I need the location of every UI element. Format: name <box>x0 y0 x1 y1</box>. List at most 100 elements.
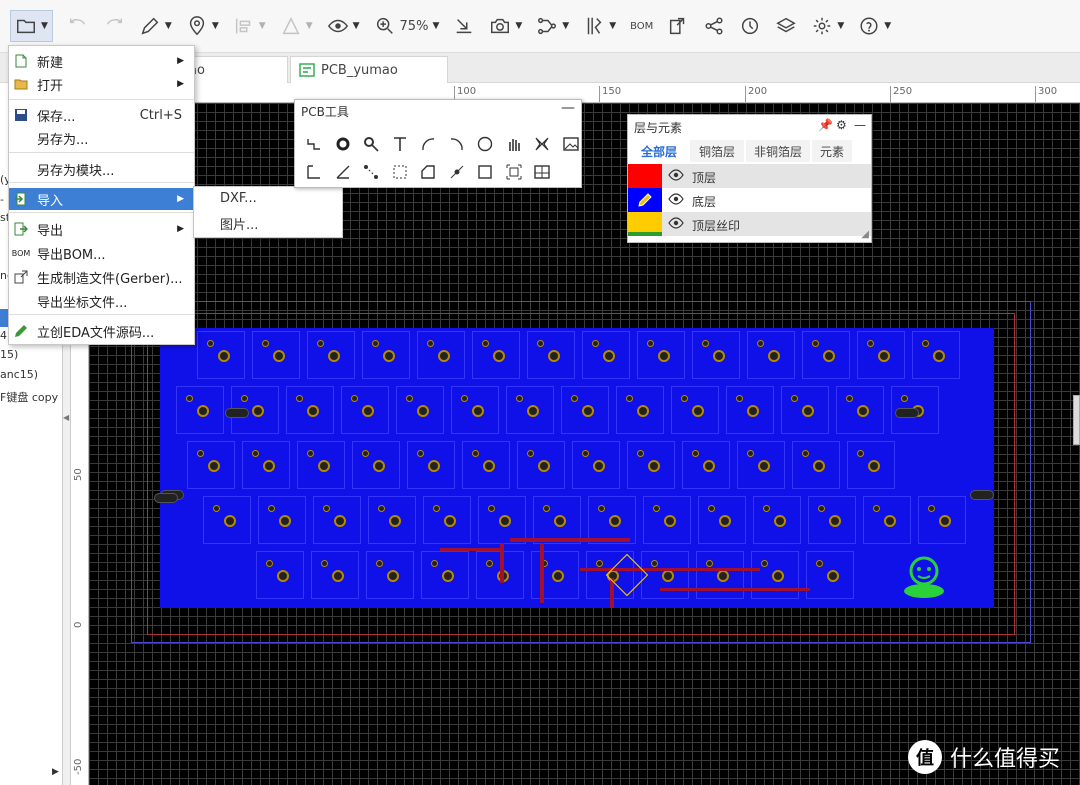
history-button[interactable] <box>739 15 761 37</box>
hole-tool-icon[interactable] <box>446 161 468 183</box>
route-button[interactable]: ▼ <box>536 15 569 37</box>
geometry-button[interactable]: ▼ <box>280 15 313 37</box>
sidebar-scroll-arrow-icon[interactable]: ▶ <box>52 767 59 777</box>
key-switch-footprint[interactable] <box>407 441 455 489</box>
canvas-fit-button[interactable] <box>453 15 475 37</box>
key-switch-footprint[interactable] <box>311 551 359 599</box>
tab-schematic[interactable]: ao <box>180 56 288 83</box>
gear-icon[interactable]: ⚙ <box>836 118 847 132</box>
key-switch-footprint[interactable] <box>857 331 905 379</box>
key-switch-footprint[interactable] <box>698 496 746 544</box>
view-button[interactable]: ▼ <box>327 15 360 37</box>
image-tool-icon[interactable] <box>560 133 582 155</box>
key-switch-footprint[interactable] <box>792 441 840 489</box>
key-switch-footprint[interactable] <box>451 386 499 434</box>
snapshot-button[interactable]: ▼ <box>489 15 522 37</box>
layer-row[interactable]: 顶层 <box>628 164 871 188</box>
file-menu-item[interactable]: 导入 ▶ <box>9 188 194 210</box>
key-switch-footprint[interactable] <box>531 551 579 599</box>
key-switch-footprint[interactable] <box>627 441 675 489</box>
visibility-eye-icon[interactable] <box>668 217 684 231</box>
circle-tool-icon[interactable] <box>474 133 496 155</box>
key-switch-footprint[interactable] <box>751 551 799 599</box>
layer-color-swatch[interactable] <box>628 188 662 212</box>
layers-tab[interactable]: 非铜箔层 <box>746 140 810 162</box>
redo-button[interactable] <box>103 15 125 37</box>
rect-tool-icon[interactable] <box>474 161 496 183</box>
tab-pcb-yumao[interactable]: PCB_yumao <box>290 56 448 83</box>
key-switch-footprint[interactable] <box>417 331 465 379</box>
key-switch-footprint[interactable] <box>616 386 664 434</box>
undo-button[interactable] <box>67 15 89 37</box>
zoom-button[interactable]: 75% ▼ <box>374 15 439 37</box>
pin-icon[interactable]: 📌 <box>818 118 833 132</box>
key-switch-footprint[interactable] <box>747 331 795 379</box>
copper-area-tool-icon[interactable] <box>531 133 553 155</box>
layers-tab[interactable]: 元素 <box>812 140 852 162</box>
key-switch-footprint[interactable] <box>863 496 911 544</box>
minimize-icon[interactable]: — <box>854 118 866 132</box>
file-menu-item[interactable]: 另存为模块... <box>9 158 194 180</box>
via-tool-icon[interactable] <box>360 133 382 155</box>
layers-tab[interactable]: 铜箔层 <box>690 140 744 162</box>
sidebar-fragment[interactable]: 15) <box>0 348 18 361</box>
key-switch-footprint[interactable] <box>912 331 960 379</box>
key-switch-footprint[interactable] <box>462 441 510 489</box>
key-switch-footprint[interactable] <box>307 331 355 379</box>
key-switch-footprint[interactable] <box>176 386 224 434</box>
key-switch-footprint[interactable] <box>478 496 526 544</box>
key-switch-footprint[interactable] <box>527 331 575 379</box>
key-switch-footprint[interactable] <box>808 496 856 544</box>
key-switch-footprint[interactable] <box>187 441 235 489</box>
key-switch-footprint[interactable] <box>252 331 300 379</box>
key-switch-footprint[interactable] <box>362 331 410 379</box>
key-switch-footprint[interactable] <box>637 331 685 379</box>
canvas-origin-tool-icon[interactable] <box>503 161 525 183</box>
track-tool-icon[interactable] <box>303 133 325 155</box>
arc-tool-icon[interactable] <box>417 133 439 155</box>
file-menu-item[interactable]: 导出 ▶ <box>9 218 194 240</box>
key-switch-footprint[interactable] <box>643 496 691 544</box>
key-switch-footprint[interactable] <box>423 496 471 544</box>
key-switch-footprint[interactable] <box>421 551 469 599</box>
sidebar-fragment[interactable]: F键盘 copy <box>0 389 58 405</box>
bom-button[interactable]: BOM <box>630 21 653 32</box>
file-menu-item[interactable]: BOM 导出BOM... <box>9 242 194 264</box>
key-switch-footprint[interactable] <box>286 386 334 434</box>
key-switch-footprint[interactable] <box>313 496 361 544</box>
file-menu-item[interactable]: 打开 ▶ <box>9 73 194 95</box>
key-switch-footprint[interactable] <box>396 386 444 434</box>
key-switch-footprint[interactable] <box>197 331 245 379</box>
key-switch-footprint[interactable] <box>692 331 740 379</box>
key-switch-footprint[interactable] <box>256 551 304 599</box>
layer-color-swatch[interactable] <box>628 212 662 236</box>
file-menu-item[interactable]: 导出坐标文件... <box>9 290 194 312</box>
resize-grip-icon[interactable]: ◢ <box>861 229 869 240</box>
place-button[interactable]: ▼ <box>186 15 219 37</box>
key-switch-footprint[interactable] <box>588 496 636 544</box>
draw-button[interactable]: ▼ <box>139 15 172 37</box>
import-image-item[interactable]: 图片... <box>220 214 258 234</box>
file-menu-button[interactable]: ▼ <box>10 10 53 42</box>
import-dxf-item[interactable]: DXF... <box>220 191 257 211</box>
share-button[interactable] <box>703 15 725 37</box>
help-button[interactable]: ▼ <box>858 15 891 37</box>
key-switch-footprint[interactable] <box>781 386 829 434</box>
key-switch-footprint[interactable] <box>918 496 966 544</box>
key-switch-footprint[interactable] <box>682 441 730 489</box>
visibility-eye-icon[interactable] <box>668 193 684 207</box>
visibility-eye-icon[interactable] <box>668 169 684 183</box>
pcb-board[interactable] <box>154 328 994 608</box>
key-switch-footprint[interactable] <box>242 441 290 489</box>
arc-ccw-tool-icon[interactable] <box>446 133 468 155</box>
file-menu-item[interactable]: 新建 ▶ <box>9 50 194 72</box>
key-switch-footprint[interactable] <box>352 441 400 489</box>
key-switch-footprint[interactable] <box>517 441 565 489</box>
key-switch-footprint[interactable] <box>737 441 785 489</box>
file-menu-item[interactable]: 生成制造文件(Gerber)... <box>9 266 194 288</box>
key-switch-footprint[interactable] <box>671 386 719 434</box>
key-switch-footprint[interactable] <box>696 551 744 599</box>
right-panel-handle[interactable] <box>1073 395 1080 445</box>
grid-tool-icon[interactable] <box>531 161 553 183</box>
key-switch-footprint[interactable] <box>506 386 554 434</box>
